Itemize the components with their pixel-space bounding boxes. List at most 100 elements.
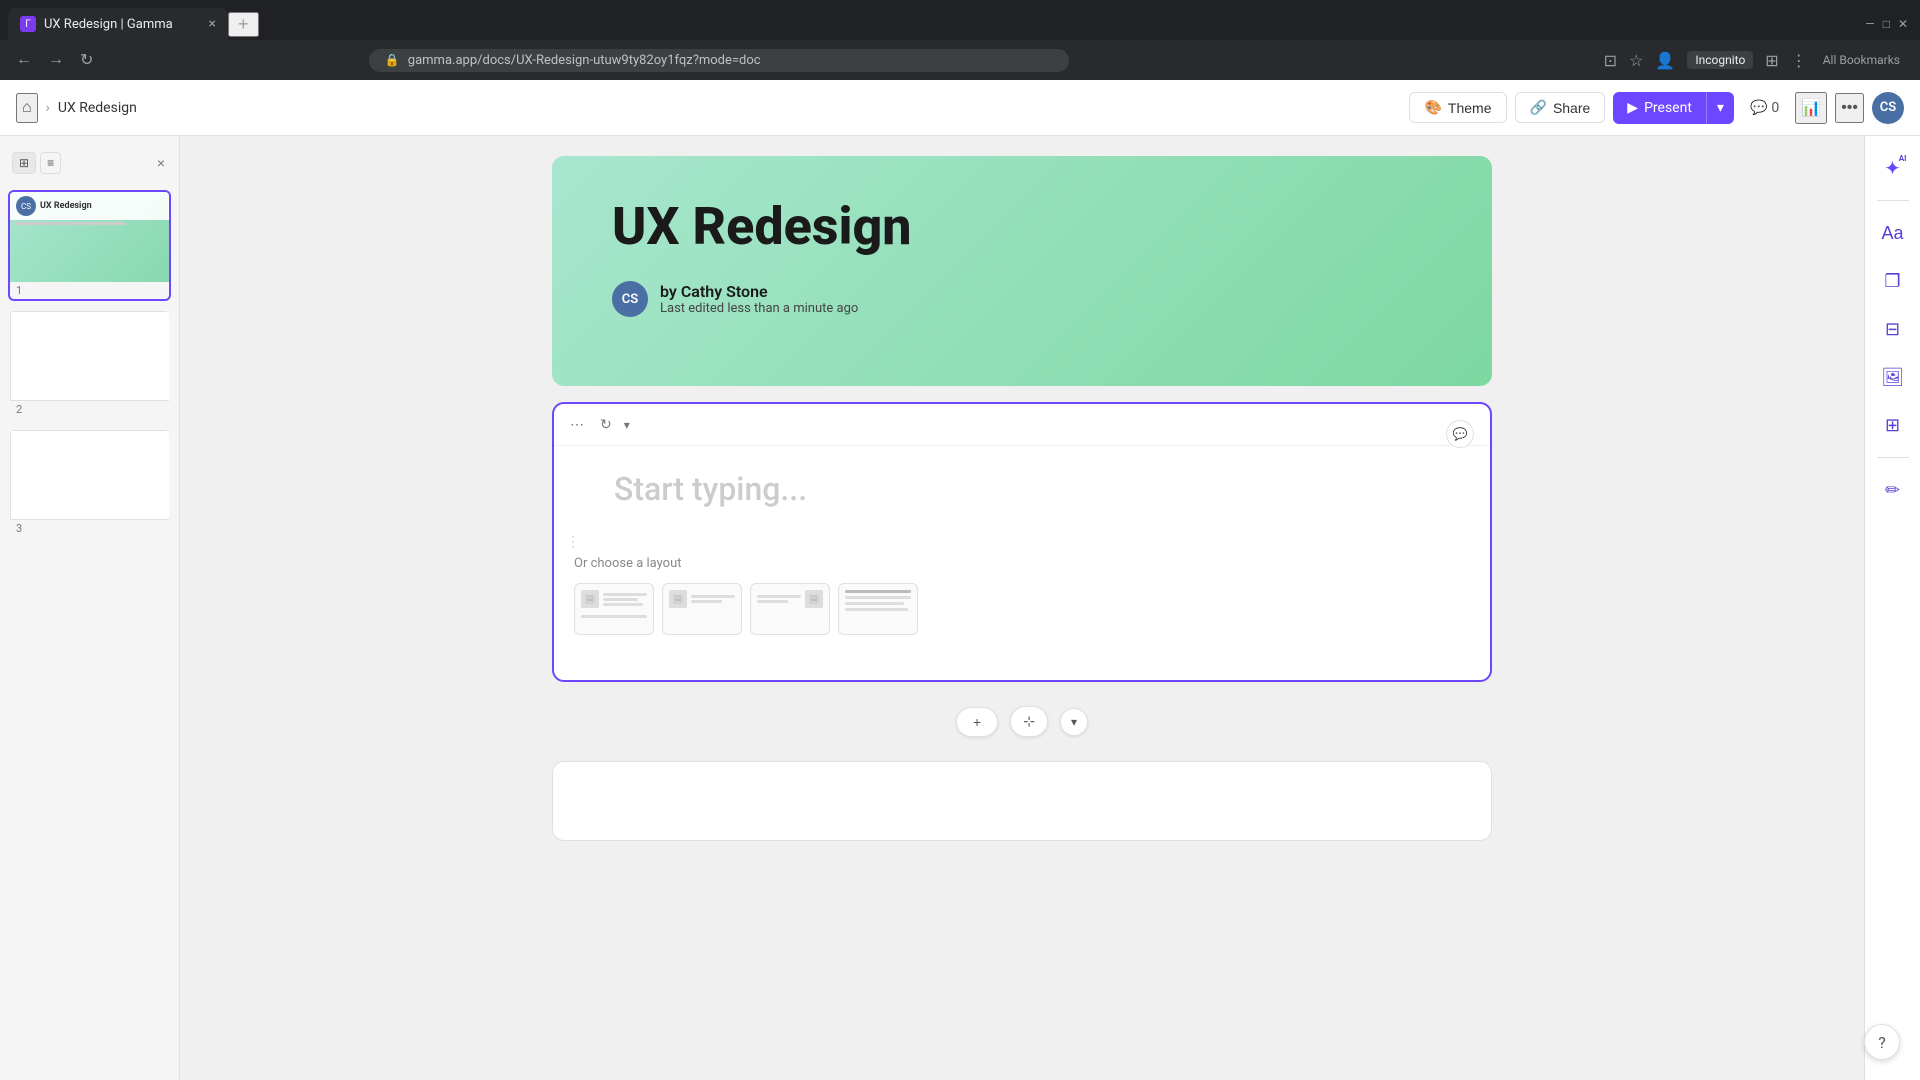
- ai-button[interactable]: ✦ AI: [1873, 148, 1913, 188]
- reload-button[interactable]: ↻: [76, 46, 97, 74]
- bookmark-star-icon[interactable]: ☆: [1629, 51, 1643, 70]
- image-icon: 🖼: [1881, 367, 1904, 388]
- author-info: by Cathy Stone Last edited less than a m…: [660, 282, 858, 316]
- card-button[interactable]: ❐: [1873, 261, 1913, 301]
- analytics-button[interactable]: 📊: [1795, 92, 1827, 124]
- app-container: ⌂ › UX Redesign 🎨 Theme 🔗 Share ▶ Presen…: [0, 80, 1920, 1080]
- layout-img-1: 🖼: [581, 590, 599, 608]
- author-avatar: CS: [612, 281, 648, 317]
- layout-line-2: [603, 598, 638, 601]
- home-button[interactable]: ⌂: [16, 93, 38, 123]
- slide-thumb-3[interactable]: 3: [8, 428, 171, 539]
- slide-3-preview: [10, 430, 170, 520]
- comments-button[interactable]: 💬 0: [1742, 96, 1787, 120]
- author-name: by Cathy Stone: [660, 282, 858, 301]
- style-button[interactable]: Aa: [1873, 213, 1913, 253]
- ai-label: AI: [1899, 154, 1907, 163]
- present-main[interactable]: ▶ Present: [1613, 94, 1706, 122]
- slide-1-bar-1: [14, 222, 126, 225]
- tab-right-controls: — □ ✕: [1865, 17, 1920, 31]
- help-icon: ?: [1878, 1033, 1886, 1052]
- close-sidebar-button[interactable]: ×: [155, 153, 167, 173]
- view-toggle: ⊞ ≡: [12, 152, 61, 174]
- layout-line-3: [603, 603, 643, 606]
- minimize-button[interactable]: —: [1865, 17, 1874, 31]
- layout-lines-4: [845, 590, 911, 611]
- cast-icon[interactable]: ⊡: [1604, 51, 1617, 70]
- add-dropdown-button[interactable]: ▾: [1060, 708, 1088, 736]
- slide-options-button[interactable]: ⋯: [566, 412, 588, 437]
- slide-refresh-button[interactable]: ↻: [596, 412, 616, 437]
- slide-thumb-1[interactable]: CS UX Redesign 1: [8, 190, 171, 301]
- address-bar[interactable]: 🔒 gamma.app/docs/UX-Redesign-utuw9ty82oy…: [369, 49, 1069, 72]
- theme-icon: 🎨: [1424, 99, 1441, 116]
- close-window-button[interactable]: ✕: [1898, 17, 1908, 31]
- help-button[interactable]: ?: [1864, 1024, 1900, 1060]
- back-button[interactable]: ←: [12, 47, 36, 73]
- forward-button[interactable]: →: [44, 47, 68, 73]
- theme-button[interactable]: 🎨 Theme: [1409, 92, 1506, 123]
- layout-line-4: [581, 615, 647, 618]
- bookmarks-label: All Bookmarks: [1823, 53, 1900, 67]
- profile-icon[interactable]: 👤: [1655, 51, 1675, 70]
- app-toolbar: ⌂ › UX Redesign 🎨 Theme 🔗 Share ▶ Presen…: [0, 80, 1920, 136]
- user-avatar[interactable]: CS: [1872, 92, 1904, 124]
- layout-option-2[interactable]: 🖼: [662, 583, 742, 635]
- grid-view-button[interactable]: ⊞: [12, 152, 36, 174]
- author-subtitle: Last edited less than a minute ago: [660, 301, 858, 316]
- slide-2-toolbar: ⋯ ↻ ▾: [554, 404, 1490, 446]
- slide-1-hero: UX Redesign CS by Cathy Stone Last edite…: [552, 156, 1492, 386]
- share-button[interactable]: 🔗 Share: [1515, 92, 1606, 123]
- rp-divider-1: [1877, 200, 1909, 201]
- layout-option-4[interactable]: [838, 583, 918, 635]
- right-panel: ✦ AI Aa ❐ ⊟ 🖼 ⊞ ✏: [1864, 136, 1920, 1080]
- main-area: ⊞ ≡ × CS UX Redesign 1: [0, 136, 1920, 1080]
- table-button[interactable]: ⊟: [1873, 309, 1913, 349]
- sidebar-header: ⊞ ≡ ×: [8, 148, 171, 182]
- present-dropdown-button[interactable]: ▾: [1707, 94, 1734, 122]
- edit-button[interactable]: ✏: [1873, 470, 1913, 510]
- layout-option-1[interactable]: 🖼: [574, 583, 654, 635]
- slide-thumb-1-inner: CS UX Redesign 1: [10, 192, 169, 299]
- more-options-button[interactable]: •••: [1835, 93, 1864, 123]
- table-icon: ⊟: [1885, 319, 1900, 340]
- slide-3-number: 3: [10, 520, 169, 537]
- layout-line-8: [757, 600, 788, 603]
- list-view-button[interactable]: ≡: [40, 152, 61, 174]
- slide-1-thumb-label: CS UX Redesign: [10, 192, 170, 220]
- new-tab-button[interactable]: +: [228, 12, 259, 37]
- content-area: UX Redesign CS by Cathy Stone Last edite…: [180, 136, 1864, 1080]
- slide-3-empty[interactable]: [552, 761, 1492, 841]
- present-button-group[interactable]: ▶ Present ▾: [1613, 92, 1734, 124]
- slide-2-content[interactable]: ⋮ Start typing...: [554, 446, 1490, 556]
- slide-2-editable: ⋯ ↻ ▾ ⋮ Start typing... Or choose a layo…: [552, 402, 1492, 682]
- slide-1-preview: CS UX Redesign: [10, 192, 170, 282]
- incognito-label: Incognito: [1687, 51, 1753, 69]
- comment-bubble[interactable]: 💬: [1446, 420, 1474, 448]
- active-tab[interactable]: Γ UX Redesign | Gamma ×: [8, 8, 228, 40]
- extensions-icon[interactable]: ⊞: [1765, 51, 1778, 70]
- layout-line-9: [845, 590, 911, 593]
- layout-line-12: [845, 608, 908, 611]
- maximize-button[interactable]: □: [1883, 17, 1890, 31]
- typing-placeholder[interactable]: Start typing...: [594, 470, 1450, 508]
- nav-bar: ← → ↻ 🔒 gamma.app/docs/UX-Redesign-utuw9…: [0, 40, 1920, 80]
- slide-thumb-2[interactable]: 2: [8, 309, 171, 420]
- layout-line-5: [691, 595, 735, 598]
- add-slide-button[interactable]: +: [956, 707, 998, 737]
- card-icon: ❐: [1884, 271, 1900, 292]
- menu-icon[interactable]: ⋮: [1791, 51, 1807, 70]
- layout-option-3[interactable]: 🖼: [750, 583, 830, 635]
- tab-close-button[interactable]: ×: [209, 16, 216, 32]
- tab-bar: Γ UX Redesign | Gamma × + — □ ✕: [0, 0, 1920, 40]
- image-button[interactable]: 🖼: [1873, 357, 1913, 397]
- slide-hero-title: UX Redesign: [612, 196, 1432, 257]
- slide-2-preview: [10, 311, 170, 401]
- arrange-button[interactable]: ⊹: [1010, 706, 1048, 737]
- drag-handle[interactable]: ⋮: [566, 534, 580, 550]
- browser-chrome: Γ UX Redesign | Gamma × + — □ ✕ ← → ↻ 🔒 …: [0, 0, 1920, 80]
- tab-title: UX Redesign | Gamma: [44, 17, 201, 32]
- grid-button[interactable]: ⊞: [1873, 405, 1913, 445]
- present-label: Present: [1644, 100, 1692, 116]
- slide-refresh-dropdown[interactable]: ▾: [624, 418, 630, 432]
